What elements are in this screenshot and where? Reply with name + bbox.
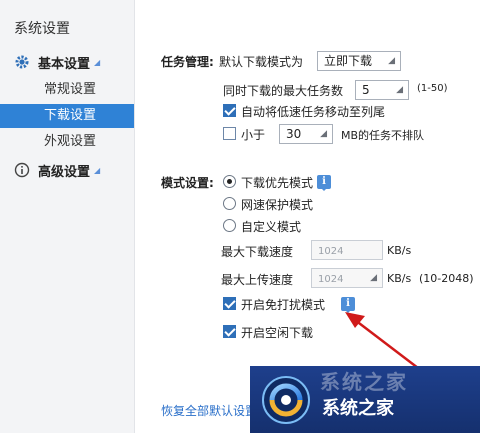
- max-tasks-value: 5: [362, 83, 370, 97]
- max-download-value: 1024: [318, 246, 344, 257]
- gear-icon: [14, 54, 30, 70]
- mode-radio-download-priority[interactable]: [223, 175, 236, 188]
- sidebar-group-basic[interactable]: 基本设置 ◢: [14, 52, 100, 72]
- default-mode-value: 立即下载: [324, 54, 373, 68]
- no-disturb-checkbox[interactable]: [223, 297, 236, 310]
- max-upload-unit: KB/s: [387, 272, 412, 285]
- auto-move-checkbox[interactable]: [223, 104, 236, 117]
- mode-option-label: 自定义模式: [241, 220, 302, 234]
- max-download-unit: KB/s: [387, 244, 412, 257]
- no-disturb-label: 开启免打扰模式: [241, 298, 326, 312]
- sidebar-item-general[interactable]: 常规设置: [0, 78, 134, 102]
- sidebar-group-label: 高级设置: [38, 164, 91, 180]
- watermark-text: 系统之家: [322, 398, 394, 419]
- sidebar: 系统设置 基本设置 ◢ 常规设置 下载设置 外观设置 高级设置 ◢: [0, 0, 135, 433]
- restore-defaults-link[interactable]: 恢复全部默认设置: [161, 402, 257, 419]
- less-than-suffix: MB的任务不排队: [341, 129, 425, 142]
- sidebar-item-download[interactable]: 下载设置: [0, 104, 134, 128]
- less-than-label: 小于: [241, 128, 266, 142]
- idle-download-label: 开启空闲下载: [241, 326, 314, 340]
- watermark-logo: 系统之家 系统之家: [250, 366, 480, 433]
- max-upload-value: 1024: [318, 274, 344, 285]
- collapse-triangle-icon: ◢: [94, 57, 101, 67]
- idle-download-checkbox[interactable]: [223, 325, 236, 338]
- dropdown-arrow-icon: ◢: [388, 56, 395, 66]
- mode-radio-custom[interactable]: [223, 219, 236, 232]
- dropdown-arrow-icon: ◢: [370, 273, 377, 283]
- info-icon[interactable]: i: [317, 175, 331, 191]
- app-title: 系统设置: [14, 21, 70, 37]
- mode-option-label: 网速保护模式: [241, 198, 314, 212]
- max-tasks-label: 同时下载的最大任务数: [223, 84, 344, 98]
- dropdown-arrow-icon: ◢: [320, 129, 327, 139]
- max-tasks-select[interactable]: 5 ◢: [355, 80, 409, 100]
- info-icon[interactable]: i: [341, 297, 355, 313]
- less-than-select[interactable]: 30 ◢: [279, 124, 333, 144]
- sidebar-group-advanced[interactable]: 高级设置 ◢: [14, 160, 100, 180]
- default-mode-select[interactable]: 立即下载 ◢: [317, 51, 401, 71]
- sidebar-group-label: 基本设置: [38, 56, 91, 72]
- collapse-triangle-icon: ◢: [94, 165, 101, 175]
- max-download-label: 最大下载速度: [221, 245, 294, 259]
- mode-option-label: 下载优先模式: [241, 176, 314, 190]
- sidebar-item-appearance[interactable]: 外观设置: [0, 130, 134, 154]
- mode-section-label: 模式设置:: [161, 176, 214, 190]
- mode-radio-network-protect[interactable]: [223, 197, 236, 210]
- max-upload-range: (10-2048): [419, 272, 474, 285]
- max-tasks-range: (1-50): [417, 83, 448, 94]
- default-mode-label: 默认下载模式为: [219, 55, 304, 69]
- less-than-checkbox[interactable]: [223, 127, 236, 140]
- watermark-faint-text: 系统之家: [320, 370, 408, 394]
- max-upload-label: 最大上传速度: [221, 273, 294, 287]
- task-section-label: 任务管理:: [161, 55, 214, 69]
- watermark-emblem-icon: [262, 376, 310, 424]
- dropdown-arrow-icon: ◢: [396, 85, 403, 95]
- max-download-input[interactable]: 1024: [311, 240, 383, 260]
- info-circle-icon: [14, 162, 30, 178]
- max-upload-select[interactable]: 1024 ◢: [311, 268, 383, 288]
- auto-move-label: 自动将低速任务移动至列尾: [241, 105, 386, 119]
- less-than-value: 30: [286, 127, 302, 141]
